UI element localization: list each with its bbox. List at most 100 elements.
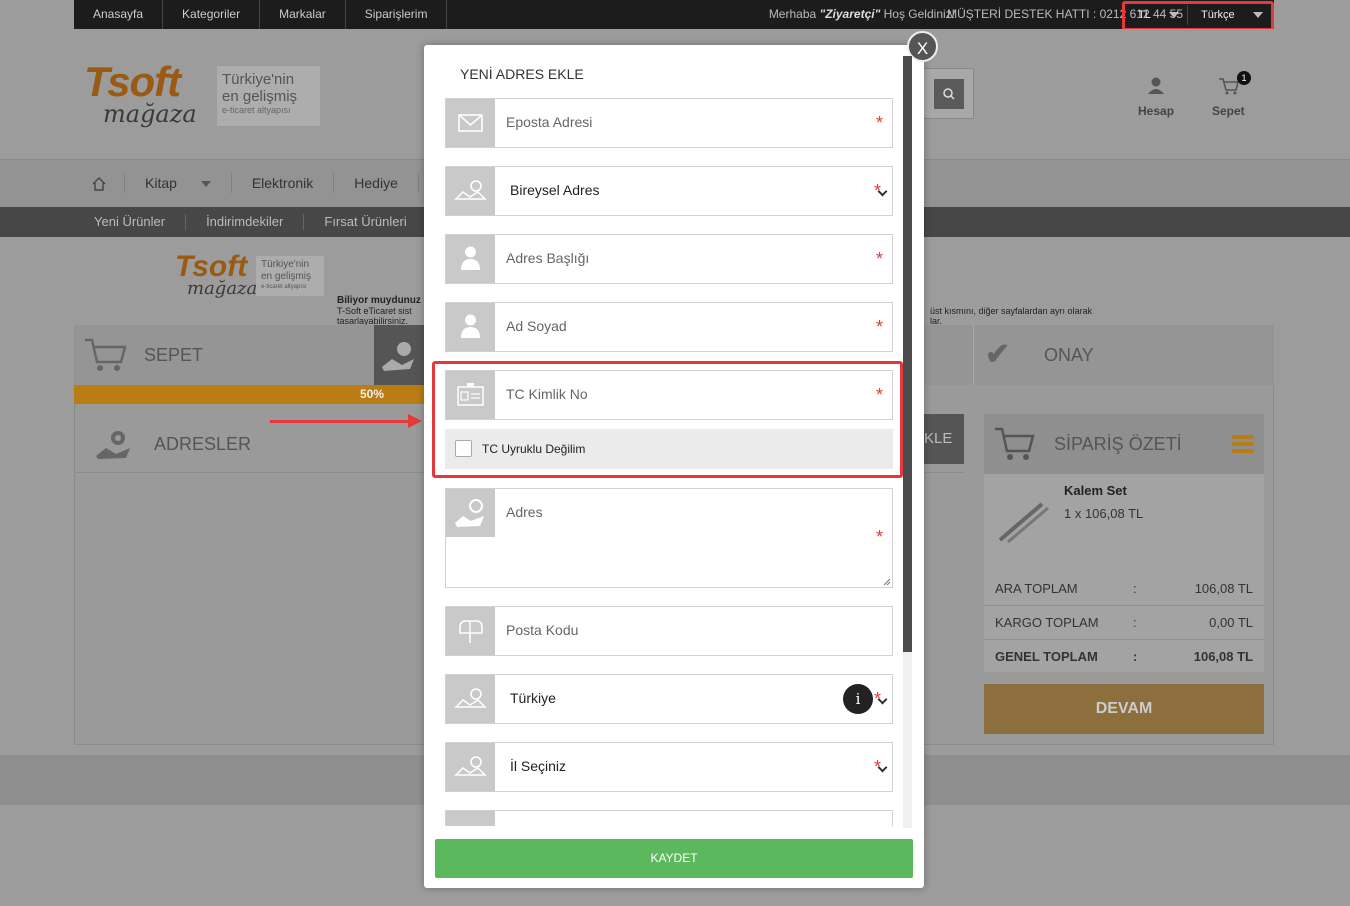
required-mark: * <box>875 113 883 133</box>
banner-logo-sub: mağaza <box>187 278 258 299</box>
logo-sub: mağaza <box>103 100 197 128</box>
country-value: Türkiye <box>510 690 556 706</box>
nav-home[interactable]: Anasayfa <box>74 0 164 29</box>
subtotal-sep: : <box>1133 581 1137 596</box>
banner-tagline: Türkiye'nin en gelişmiş e-ticaret altyap… <box>256 256 324 296</box>
product-image[interactable] <box>994 488 1054 548</box>
nav-categories[interactable]: Kategoriler <box>163 0 261 29</box>
logo-text: Tsoft <box>84 58 181 105</box>
map-icon <box>446 675 495 723</box>
product-name[interactable]: Kalem Set <box>1064 483 1127 498</box>
user-icon[interactable] <box>1146 76 1166 96</box>
city-value: İl Seçiniz <box>510 758 567 774</box>
modal-title: YENİ ADRES EKLE <box>460 66 584 82</box>
shipping-sep: : <box>1133 615 1137 630</box>
full-name-field[interactable]: Ad Soyad * <box>445 302 893 352</box>
mailbox-icon <box>446 607 495 655</box>
category-gift[interactable]: Hediye <box>334 173 419 193</box>
required-mark: * <box>875 527 883 547</box>
user-icon <box>446 235 495 283</box>
address-placeholder: Adres <box>506 504 543 520</box>
city-select[interactable]: İl Seçiniz * <box>445 742 893 792</box>
home-icon[interactable] <box>74 173 125 193</box>
category-book-label: Kitap <box>145 175 177 191</box>
map-pin-icon <box>446 489 495 537</box>
grand-total-label: GENEL TOPLAM <box>995 649 1098 664</box>
welcome-text: Merhaba "Ziyaretçi" Hoş Geldiniz! <box>769 0 955 29</box>
banner-line-1: T-Soft eTicaret sist <box>337 306 412 316</box>
required-mark: * <box>875 317 883 337</box>
shipping-label: KARGO TOPLAM <box>995 615 1099 630</box>
step-divider <box>973 325 974 385</box>
step-confirm[interactable]: ONAY <box>1044 345 1094 366</box>
divider <box>984 605 1264 606</box>
welcome-suffix: Hoş Geldiniz! <box>883 7 955 21</box>
cart-count-badge: 1 <box>1237 71 1251 85</box>
address-textarea[interactable]: Adres * <box>445 488 893 588</box>
user-icon <box>446 303 495 351</box>
grand-total-sep: : <box>1133 649 1138 664</box>
resize-handle-icon[interactable] <box>883 578 891 586</box>
envelope-icon <box>446 99 495 147</box>
scroll-fade <box>425 826 903 838</box>
summary-cart-icon <box>994 426 1036 462</box>
modal-scrollbar-thumb[interactable] <box>903 56 912 652</box>
banner-tagline-3: e-ticaret altyapısı <box>261 284 307 290</box>
category-nav: Kitap Elektronik Hediye <box>74 159 419 207</box>
info-button[interactable]: i <box>843 684 873 714</box>
subnav-deals[interactable]: Fırsat Ürünleri <box>304 214 428 230</box>
subtotal-value: 106,08 TL <box>1194 581 1253 596</box>
check-icon: ✔ <box>985 338 1011 371</box>
step-address-active[interactable] <box>374 325 424 385</box>
map-icon <box>446 167 495 215</box>
category-book[interactable]: Kitap <box>125 173 232 193</box>
addresses-title: ADRESLER <box>154 434 252 454</box>
email-placeholder: Eposta Adresi <box>506 114 593 130</box>
shipping-value: 0,00 TL <box>1209 615 1253 630</box>
annotation-arrow-right <box>270 414 422 428</box>
product-qty: 1 x 106,08 TL <box>1064 506 1144 521</box>
map-icon <box>446 743 495 791</box>
nav-orders[interactable]: Siparişlerim <box>346 0 448 29</box>
logo-tagline-3: e-ticaret altyapısı <box>222 105 291 115</box>
banner-title: Biliyor muydunuz <box>337 295 421 306</box>
banner-tagline-1: Türkiye'nin <box>261 259 310 270</box>
cart-step-icon <box>84 337 128 373</box>
map-icon <box>94 428 134 460</box>
banner-tagline-2: en gelişmiş <box>261 271 312 282</box>
subnav-new[interactable]: Yeni Ürünler <box>74 214 187 230</box>
category-electronics[interactable]: Elektronik <box>232 173 335 193</box>
logo-tagline: Türkiye'nin en gelişmiş e-ticaret altyap… <box>217 66 320 126</box>
banner-right-1: üst kısmını, diğer sayfalardan ayrı olar… <box>930 306 1093 316</box>
step-cart[interactable]: SEPET <box>144 345 203 366</box>
required-mark: * <box>875 249 883 269</box>
postal-code-field[interactable]: Posta Kodu <box>445 606 893 656</box>
sub-nav: Yeni Ürünler İndirimdekiler Fırsat Ürünl… <box>74 207 428 237</box>
progress-value: 50% <box>360 387 385 401</box>
account-link[interactable]: Hesap <box>1138 104 1174 118</box>
map-pin-icon <box>382 342 414 371</box>
welcome-user: "Ziyaretçi" <box>819 7 881 21</box>
postal-code-placeholder: Posta Kodu <box>506 622 579 638</box>
highlight-frame-tc <box>432 361 903 478</box>
logo[interactable]: Tsoft <box>84 58 181 106</box>
address-title-field[interactable]: Adres Başlığı * <box>445 234 893 284</box>
logo-tagline-2: en gelişmiş <box>222 88 298 105</box>
subtotal-label: ARA TOPLAM <box>995 581 1078 596</box>
search-button[interactable] <box>934 79 964 109</box>
highlight-frame-top <box>1122 1 1274 31</box>
subnav-discounts[interactable]: İndirimdekiler <box>186 214 305 230</box>
country-select[interactable]: Türkiye * <box>445 674 893 724</box>
email-field[interactable]: Eposta Adresi * <box>445 98 893 148</box>
stack-icon[interactable] <box>1232 435 1254 453</box>
full-name-placeholder: Ad Soyad <box>506 318 567 334</box>
logo-tagline-1: Türkiye'nin <box>222 71 295 88</box>
divider <box>984 639 1264 640</box>
summary-title: SİPARİŞ ÖZETİ <box>1054 434 1182 454</box>
save-button[interactable]: KAYDET <box>435 839 913 878</box>
continue-button[interactable]: DEVAM <box>984 684 1264 734</box>
cart-link[interactable]: Sepet <box>1212 104 1245 118</box>
nav-brands[interactable]: Markalar <box>260 0 346 29</box>
address-type-select[interactable]: Bireysel Adres * <box>445 166 893 216</box>
search-icon <box>943 88 955 100</box>
